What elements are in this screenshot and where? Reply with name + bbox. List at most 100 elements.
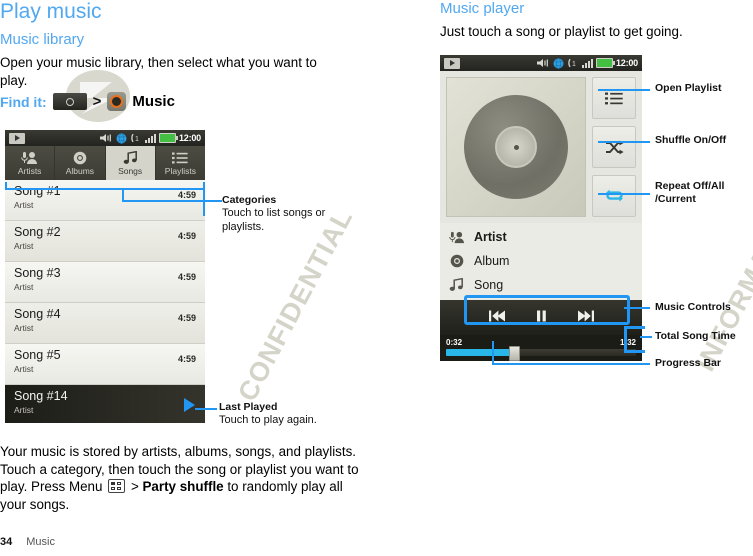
tab-playlists[interactable]: Playlists — [155, 146, 205, 180]
progress-knob[interactable] — [508, 346, 520, 361]
song-duration: 4:59 — [177, 313, 196, 323]
volume-icon — [99, 134, 111, 142]
tab-albums[interactable]: Albums — [55, 146, 106, 180]
page-title: Play music — [0, 0, 102, 23]
callout-shuffle: Shuffle On/Off — [655, 134, 726, 147]
meta-row-artist[interactable]: Artist — [448, 225, 642, 249]
meta-album-label: Album — [474, 254, 510, 268]
library-intro-text: Open your music library, then select wha… — [0, 55, 317, 88]
callout-line — [5, 188, 205, 190]
elapsed-time: 0:32 — [446, 338, 463, 347]
highlight-total-time — [624, 326, 645, 353]
tab-playlists-label: Playlists — [164, 165, 196, 176]
song-duration: 4:59 — [177, 272, 196, 282]
repeat-icon — [605, 189, 623, 202]
shuffle-button[interactable] — [592, 126, 636, 168]
song-title: Song #1 — [14, 184, 61, 198]
music-library-screenshot: 1 12:00 Artists Albums Songs Playlists S… — [5, 130, 205, 423]
callout-title: Categories — [222, 194, 277, 206]
progress-area: 0:32 1:32 — [440, 335, 642, 361]
callout-line — [598, 193, 650, 195]
callout-open-playlist: Open Playlist — [655, 82, 722, 95]
now-playing-meta: Artist Album Song — [440, 223, 642, 300]
open-playlist-button[interactable] — [592, 77, 636, 119]
call-icon: 1 — [568, 58, 576, 68]
body-text-bold-party-shuffle: Party shuffle — [142, 479, 224, 494]
repeat-button[interactable] — [592, 175, 636, 217]
meta-row-album[interactable]: Album — [448, 249, 642, 273]
callout-desc: Touch to play again. — [219, 414, 317, 426]
tab-songs[interactable]: Songs — [105, 146, 156, 180]
song-artist: Artist — [14, 323, 34, 333]
callout-title-line2: /Current — [655, 193, 696, 205]
highlight-music-controls — [464, 295, 630, 325]
play-arrow-icon[interactable] — [184, 398, 195, 412]
meta-artist-label: Artist — [474, 230, 507, 244]
svg-text:1: 1 — [572, 61, 576, 68]
tab-artists-label: Artists — [17, 165, 42, 176]
song-note-icon — [448, 278, 465, 292]
callout-title: Last Played — [219, 401, 278, 413]
library-body-text: Your music is stored by artists, albums,… — [0, 443, 360, 513]
callout-categories: Categories Touch to list songs or playli… — [222, 194, 342, 234]
artist-icon — [448, 231, 465, 244]
callout-title: Shuffle On/Off — [655, 134, 727, 146]
player-side-buttons — [592, 77, 636, 217]
progress-bar[interactable] — [446, 346, 636, 361]
callout-line — [203, 182, 205, 216]
player-top-area — [440, 71, 642, 223]
volume-icon — [536, 59, 548, 67]
callout-line — [122, 200, 222, 202]
callout-repeat: Repeat Off/All /Current — [655, 180, 724, 206]
media-play-icon — [444, 57, 460, 69]
globe-icon — [553, 57, 564, 69]
callout-progress-bar: Progress Bar — [655, 357, 721, 370]
signal-bars-icon — [144, 133, 156, 143]
table-row[interactable]: Song #4 Artist 4:59 — [5, 303, 205, 344]
tab-albums-label: Albums — [65, 165, 95, 176]
song-list: Song #1 Artist 4:59 Song #2 Artist 4:59 … — [5, 180, 205, 423]
table-row[interactable]: Song #2 Artist 4:59 — [5, 221, 205, 262]
body-text-sep: > — [130, 479, 139, 494]
callout-title: Open Playlist — [655, 82, 722, 94]
music-app-icon — [107, 92, 127, 111]
table-row[interactable]: Song #3 Artist 4:59 — [5, 262, 205, 303]
song-title: Song #2 — [14, 225, 61, 239]
callout-last-played: Last Played Touch to play again. — [219, 401, 349, 428]
song-title: Song #14 — [14, 389, 68, 403]
signal-bars-icon — [581, 58, 593, 68]
battery-icon — [595, 58, 615, 68]
call-icon: 1 — [131, 133, 139, 143]
page-number: 34 — [0, 536, 13, 548]
playlist-icon — [172, 151, 188, 165]
callout-title: Repeat Off/All — [655, 180, 725, 192]
callout-title: Total Song Time — [655, 330, 736, 342]
album-icon — [448, 254, 465, 268]
album-icon — [73, 151, 87, 165]
song-title: Song #4 — [14, 307, 61, 321]
status-clock: 12:00 — [178, 133, 201, 143]
callout-title: Progress Bar — [655, 357, 721, 369]
player-intro-text: Just touch a song or playlist to get goi… — [440, 24, 683, 39]
callout-line — [492, 363, 650, 365]
song-title: Song #3 — [14, 266, 61, 280]
find-it-separator: > — [92, 93, 102, 110]
vinyl-record-icon — [464, 95, 568, 199]
callout-line — [492, 341, 494, 365]
meta-row-song[interactable]: Song — [448, 273, 642, 297]
status-bar: 1 12:00 — [5, 130, 205, 146]
callout-line — [5, 182, 7, 190]
menu-key-icon — [108, 479, 126, 493]
table-row-last-played[interactable]: Song #14 Artist — [5, 385, 205, 423]
tab-artists[interactable]: Artists — [5, 146, 56, 180]
song-artist: Artist — [14, 364, 34, 374]
song-artist: Artist — [14, 282, 34, 292]
left-column: Play music Music library Open your music… — [0, 0, 400, 556]
table-row[interactable]: Song #5 Artist 4:59 — [5, 344, 205, 385]
battery-icon — [158, 133, 178, 143]
svg-text:1: 1 — [135, 136, 139, 143]
callout-desc: Touch to list songs or playlists. — [222, 207, 326, 233]
playlist-icon — [605, 92, 623, 104]
library-tab-bar: Artists Albums Songs Playlists — [5, 146, 205, 180]
media-play-icon — [9, 132, 25, 144]
